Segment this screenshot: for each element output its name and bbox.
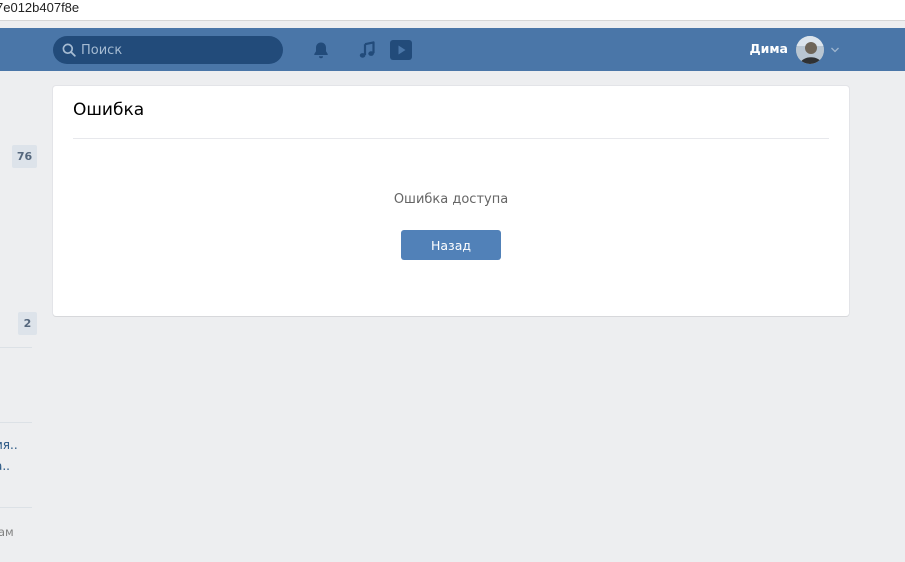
top-gap	[0, 21, 905, 28]
search-box[interactable]	[53, 36, 283, 64]
page-title: Ошибка	[73, 100, 145, 120]
music-icon[interactable]	[357, 40, 377, 60]
url-text: 7e012b407f8e	[0, 0, 80, 15]
error-message: Ошибка доступа	[393, 192, 509, 207]
video-play-icon[interactable]	[389, 39, 413, 61]
counter-badge: 2	[18, 312, 37, 335]
chevron-down-icon[interactable]	[830, 46, 840, 54]
sidebar-link[interactable]: ия..	[0, 438, 18, 452]
search-icon	[62, 43, 76, 57]
sidebar-divider	[0, 347, 32, 348]
browser-address-bar[interactable]: 7e012b407f8e	[0, 0, 905, 21]
panel-divider	[73, 138, 829, 139]
sidebar-divider	[0, 422, 32, 423]
search-input[interactable]	[81, 36, 276, 64]
back-button[interactable]: Назад	[401, 230, 501, 260]
avatar-image	[796, 36, 824, 64]
sidebar-link[interactable]: ам	[0, 525, 14, 539]
counter-badge: 76	[12, 145, 37, 168]
top-header: Дима	[0, 28, 905, 71]
bell-icon[interactable]	[311, 40, 331, 60]
left-sidebar: 76 2 ия.. а.. ам	[0, 71, 40, 562]
sidebar-divider	[0, 507, 32, 508]
user-name[interactable]: Дима	[749, 41, 788, 56]
avatar[interactable]	[796, 36, 824, 64]
error-panel: Ошибка Ошибка доступа Назад	[53, 86, 849, 316]
sidebar-link[interactable]: а..	[0, 459, 10, 473]
